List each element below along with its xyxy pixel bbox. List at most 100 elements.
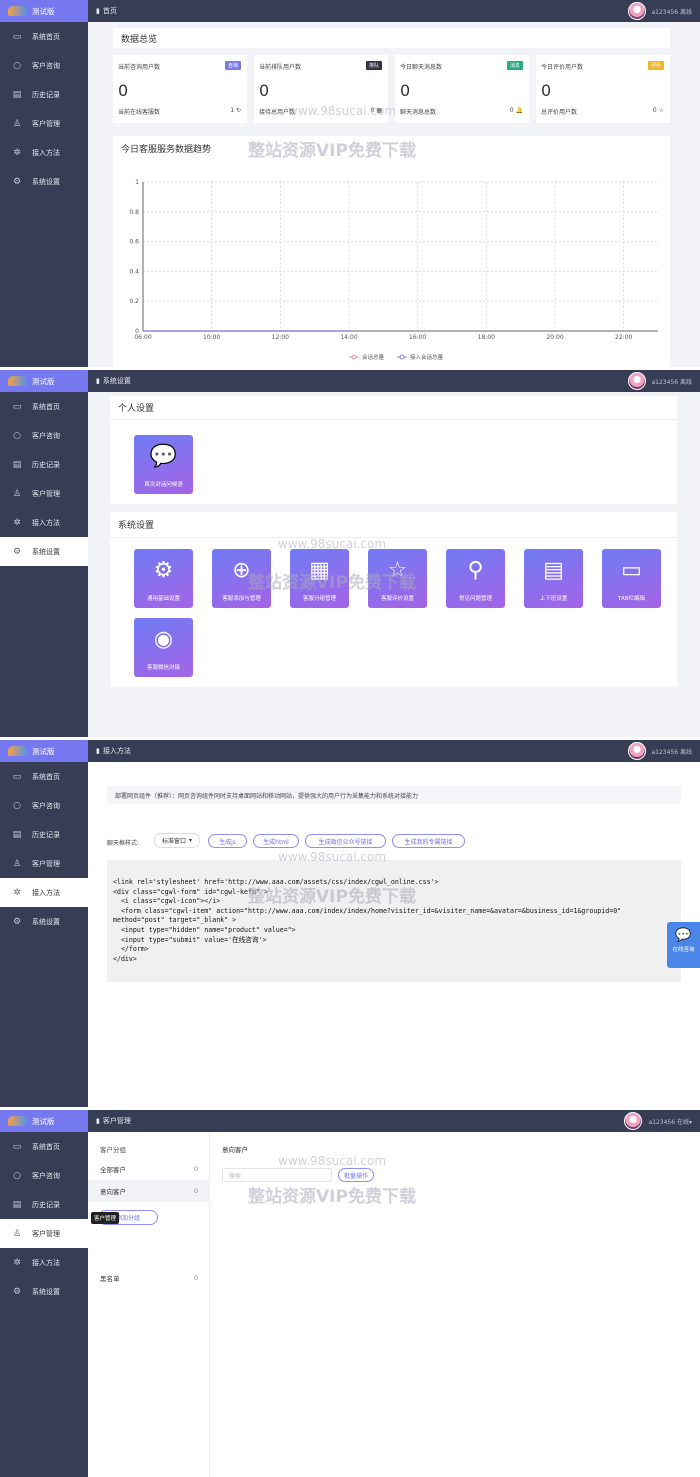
tile-label: 客服评价设置 (380, 596, 414, 602)
sidebar-item-consult[interactable]: ○ 客户咨询 (0, 421, 88, 450)
stat-tag: 消息 (506, 61, 523, 70)
logo[interactable]: 测试版 (0, 370, 88, 392)
tile-greeting[interactable]: 💬 首次对话问候语 (134, 435, 193, 494)
home-main: 数据总览 当前咨询用户数 咨询 0 当前在线客服数 1 ↻ 当前排队用户数 排队 0 接待总用户… (88, 22, 700, 367)
embed-code-block[interactable]: <link rel='stylesheet' href='http://www.… (107, 860, 681, 982)
logo[interactable]: 测试版 (0, 0, 88, 22)
stat-tag: 咨询 (224, 61, 241, 70)
sidebar-item-history[interactable]: ▤ 历史记录 (0, 80, 88, 109)
stat-sub-number: 0 (509, 107, 514, 114)
user-status: a123456 在线▾ (648, 1118, 692, 1126)
tile-gear[interactable]: ⚙ 通用基础设置 (134, 549, 193, 608)
style-select[interactable]: 标准窗口 ▾ (154, 833, 200, 848)
avatar[interactable] (627, 2, 646, 20)
sidebar-item-customers[interactable]: ♙ 客户管理 (0, 479, 88, 508)
home-crumb-icon: ▮ (96, 7, 100, 15)
avatar[interactable] (624, 1112, 643, 1130)
tile-label: 首次对话问候语 (144, 482, 183, 488)
sidebar-item-access[interactable]: ✲ 接入方法 (0, 1248, 88, 1277)
sidebar-item-label: 客户管理 (32, 119, 60, 128)
x-tick-label: 16:00 (409, 334, 426, 341)
sidebar-item-settings[interactable]: ⚙ 系统设置 (0, 537, 88, 566)
sidebar-item-access[interactable]: ✲ 接入方法 (0, 508, 88, 537)
avatar[interactable] (627, 742, 646, 760)
chat-circle-icon: ○ (13, 430, 21, 441)
access-panel: 测试版 ▭ 系统首页 ○ 客户咨询 ▤ 历史记录 ♙ 客户管理 ✲ 接入方法 ⚙ 系统设置 … (0, 740, 700, 1107)
sidebar-item-consult[interactable]: ○ 客户咨询 (0, 1161, 88, 1190)
sidebar: 测试版 ▭ 系统首页 ○ 客户咨询 ▤ 历史记录 ♙ 客户管理 ✲ 接入方法 ⚙ 系统设置 (0, 370, 88, 737)
batch-action-button[interactable]: 批量操作 (338, 1168, 374, 1182)
overview-header: 数据总览 (113, 28, 670, 48)
user-menu[interactable]: a123456 在线▾ (624, 1112, 692, 1130)
sidebar-item-label: 历史记录 (32, 460, 60, 469)
plug-icon: ✲ (13, 147, 21, 158)
search-input[interactable]: 搜索 (222, 1168, 332, 1182)
user-status: a123456 离线 (651, 8, 693, 16)
group-item-blacklist[interactable]: 黑名单 0 (88, 1267, 210, 1289)
user-menu[interactable]: a123456 离线 (627, 2, 693, 20)
sidebar-item-access[interactable]: ✲ 接入方法 (0, 138, 88, 167)
generate-html-button[interactable]: 生成html (253, 834, 299, 848)
sidebar-item-settings[interactable]: ⚙ 系统设置 (0, 907, 88, 936)
x-tick-label: 06:00 (134, 334, 151, 341)
x-tick-label: 12:00 (272, 334, 289, 341)
sidebar-item-consult[interactable]: ○ 客户咨询 (0, 791, 88, 820)
code-line: method="post" target="_blank" > (113, 916, 237, 925)
user-icon: ♙ (12, 1228, 22, 1239)
sidebar-item-history[interactable]: ▤ 历史记录 (0, 1190, 88, 1219)
sidebar-item-consult[interactable]: ○ 客户咨询 (0, 51, 88, 80)
user-menu[interactable]: a123456 离线 (627, 742, 692, 760)
sidebar-item-customers[interactable]: ♙ 客户管理 (0, 849, 88, 878)
watermark-url: www.98sucai.com (278, 1154, 387, 1168)
group-item-all[interactable]: 全部客户 0 (88, 1158, 210, 1180)
trend-chart: 00.20.40.60.8106:00 10:00 12:00 14:00 16:00 1… (129, 179, 658, 361)
user-icon: ♙ (12, 118, 22, 129)
tile-label: 通用基础设置 (146, 596, 180, 602)
user-icon: ♙ (12, 858, 22, 869)
breadcrumb: 客户管理 (102, 1117, 131, 1125)
sidebar-item-history[interactable]: ▤ 历史记录 (0, 820, 88, 849)
sidebar-item-customers[interactable]: ♙ 客户管理 (0, 1219, 88, 1248)
group-count: 0 (193, 1165, 198, 1173)
generate-my-link-button[interactable]: 生成我的专属链接 (392, 834, 465, 848)
sidebar-tooltip: 客户管理 (91, 1212, 120, 1224)
x-tick-label: 20:00 (546, 334, 563, 341)
code-line: </form> (113, 945, 149, 954)
tile-search[interactable]: ⚲ 常见问题管理 (446, 549, 505, 608)
user-menu[interactable]: a123456 离线 (627, 372, 692, 390)
breadcrumb: 首页 (102, 7, 117, 15)
avatar[interactable] (627, 372, 646, 390)
tile-calendar[interactable]: ▤ 上下班设置 (524, 549, 583, 608)
chat-circle-icon: ○ (13, 60, 21, 71)
sidebar-item-settings[interactable]: ⚙ 系统设置 (0, 167, 88, 196)
user-icon: ♙ (12, 488, 22, 499)
sidebar-item-label: 历史记录 (32, 830, 60, 839)
logo[interactable]: 测试版 (0, 740, 88, 762)
x-tick-label: 14:00 (340, 334, 357, 341)
sidebar-item-access[interactable]: ✲ 接入方法 (0, 878, 88, 907)
generate-wechat-link-button[interactable]: 生成微信公众号链接 (305, 834, 386, 848)
stat-sub-label: 当前在线客服数 (118, 109, 161, 116)
tile-wechat[interactable]: ◉ 客服微信对接 (134, 618, 193, 677)
wechat-icon: ◉ (153, 627, 174, 652)
sidebar-item-home[interactable]: ▭ 系统首页 (0, 22, 88, 51)
sidebar-item-home[interactable]: ▭ 系统首页 (0, 392, 88, 421)
watermark-url: www.98sucai.com (278, 537, 387, 551)
logo[interactable]: 测试版 (0, 1110, 88, 1132)
sidebar-item-home[interactable]: ▭ 系统首页 (0, 762, 88, 791)
group-count: 0 (193, 1274, 198, 1282)
stat-sub-number: 0 (652, 107, 657, 114)
sidebar-item-customers[interactable]: ♙ 客户管理 (0, 109, 88, 138)
style-label: 聊天框样式: (107, 840, 140, 847)
sidebar-item-history[interactable]: ▤ 历史记录 (0, 450, 88, 479)
chat-icon: 💬 (149, 444, 178, 469)
tile-label: 客服添加与管理 (222, 596, 261, 602)
sidebar-item-home[interactable]: ▭ 系统首页 (0, 1132, 88, 1161)
stat-card: 今日评价用户数 评价 0 总评价用户数 0 ☆ (536, 55, 670, 123)
sidebar-item-settings[interactable]: ⚙ 系统设置 (0, 1277, 88, 1306)
sidebar-item-label: 系统设置 (32, 1287, 60, 1296)
tile-window[interactable]: ▭ TAB栏编辑 (602, 549, 661, 608)
generate-js-button[interactable]: 生成js (208, 834, 247, 848)
online-consult-float[interactable]: 💬 在线咨询 (667, 922, 700, 968)
group-item-intent[interactable]: 意向客户 0 (88, 1180, 210, 1202)
